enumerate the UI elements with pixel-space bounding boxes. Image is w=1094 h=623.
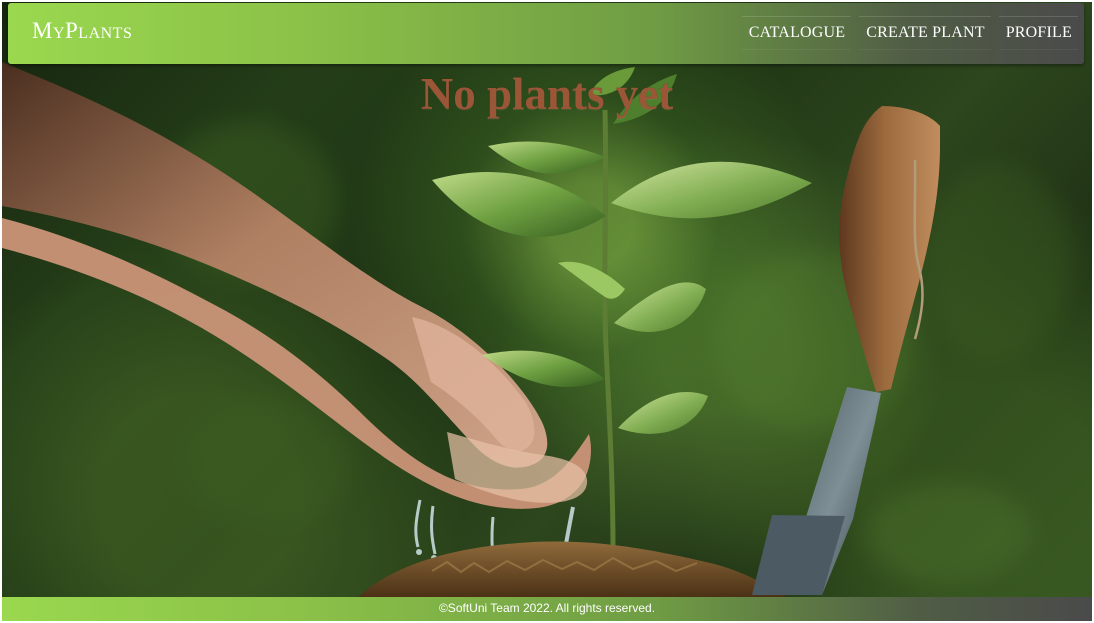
main-nav: CATALOGUE CREATE PLANT PROFILE xyxy=(741,15,1079,51)
nav-profile-link[interactable]: PROFILE xyxy=(998,16,1079,50)
page-footer: ©SoftUni Team 2022. All rights reserved. xyxy=(2,597,1092,621)
hero-background: No plants yet xyxy=(2,2,1092,621)
plant-scene-illustration xyxy=(2,62,940,598)
left-hands-icon xyxy=(2,62,591,509)
nav-catalogue-link[interactable]: CATALOGUE xyxy=(741,16,852,50)
top-navbar: MyPlants CATALOGUE CREATE PLANT PROFILE xyxy=(8,3,1084,64)
soil-icon xyxy=(357,541,788,598)
brand-logo[interactable]: MyPlants xyxy=(32,19,132,42)
nav-create-plant-link[interactable]: CREATE PLANT xyxy=(859,16,992,50)
app-window: No plants yet MyPlants CATALOGUE CREATE … xyxy=(0,0,1094,623)
footer-copyright: ©SoftUni Team 2022. All rights reserved. xyxy=(438,601,656,615)
